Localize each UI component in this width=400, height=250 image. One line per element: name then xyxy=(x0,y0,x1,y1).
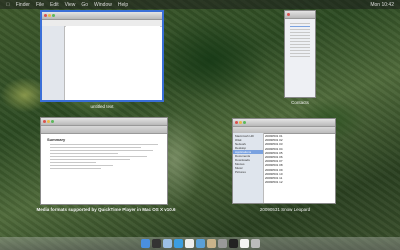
menu-window[interactable]: Window xyxy=(94,2,112,8)
finder-sidebar[interactable]: Macintosh HD iDisk Network Desktop Appli… xyxy=(233,133,264,203)
safari-titlebar[interactable] xyxy=(41,118,167,126)
textedit-icon[interactable] xyxy=(239,239,249,248)
text-area[interactable] xyxy=(66,26,160,98)
menu-edit[interactable]: Edit xyxy=(50,2,59,8)
finder-icon[interactable] xyxy=(140,239,150,248)
preview-icon[interactable] xyxy=(206,239,216,248)
safari-caption: Media formats supported by QuickTime Pla… xyxy=(36,207,176,212)
textedit-sidebar xyxy=(42,26,65,100)
close-icon[interactable] xyxy=(44,14,47,17)
menu-file[interactable]: File xyxy=(36,2,44,8)
contacts-window[interactable] xyxy=(284,10,316,98)
finder-caption: 20090531 Snow Leopard xyxy=(259,207,311,212)
dashboard-icon[interactable] xyxy=(151,239,161,248)
desktop-background:  Finder File Edit View Go Window Help M… xyxy=(0,0,400,250)
safari-window[interactable]: Summary xyxy=(40,117,168,205)
menu-go[interactable]: Go xyxy=(81,2,88,8)
trash-icon[interactable] xyxy=(250,239,260,248)
finder-window[interactable]: Macintosh HD iDisk Network Desktop Appli… xyxy=(232,118,336,204)
close-icon[interactable] xyxy=(287,13,290,16)
article-heading: Summary xyxy=(47,137,66,142)
minimize-icon[interactable] xyxy=(47,120,50,123)
menubar-clock[interactable]: Mon 10:42 xyxy=(370,2,394,8)
sidebar-item[interactable]: Pictures xyxy=(233,170,263,174)
close-icon[interactable] xyxy=(235,121,238,124)
ical-icon[interactable] xyxy=(184,239,194,248)
menu-view[interactable]: View xyxy=(65,2,76,8)
textedit-titlebar[interactable] xyxy=(42,12,162,20)
textedit-window[interactable] xyxy=(40,10,164,102)
menu-bar:  Finder File Edit View Go Window Help M… xyxy=(0,0,400,9)
contacts-list[interactable] xyxy=(285,19,315,61)
system-preferences-icon[interactable] xyxy=(217,239,227,248)
itunes-icon[interactable] xyxy=(195,239,205,248)
finder-titlebar[interactable] xyxy=(233,119,335,127)
minimize-icon[interactable] xyxy=(239,121,242,124)
zoom-icon[interactable] xyxy=(243,121,246,124)
menu-help[interactable]: Help xyxy=(118,2,128,8)
safari-toolbar xyxy=(41,126,167,134)
zoom-icon[interactable] xyxy=(52,14,55,17)
terminal-icon[interactable] xyxy=(228,239,238,248)
mail-icon[interactable] xyxy=(162,239,172,248)
menu-finder[interactable]: Finder xyxy=(16,2,30,8)
textedit-caption: untitled text xyxy=(90,104,114,109)
safari-icon[interactable] xyxy=(173,239,183,248)
dock xyxy=(0,237,400,250)
list-item[interactable]: 20090531 12 xyxy=(265,180,333,184)
file-list[interactable]: 20090531 01 20090531 02 20090531 03 2009… xyxy=(265,134,333,184)
close-icon[interactable] xyxy=(43,120,46,123)
minimize-icon[interactable] xyxy=(48,14,51,17)
safari-content: Summary xyxy=(41,134,167,174)
apple-menu-icon[interactable]:  xyxy=(6,2,10,8)
contacts-titlebar[interactable] xyxy=(285,11,315,19)
zoom-icon[interactable] xyxy=(51,120,54,123)
contacts-caption: Contacts xyxy=(291,100,309,105)
